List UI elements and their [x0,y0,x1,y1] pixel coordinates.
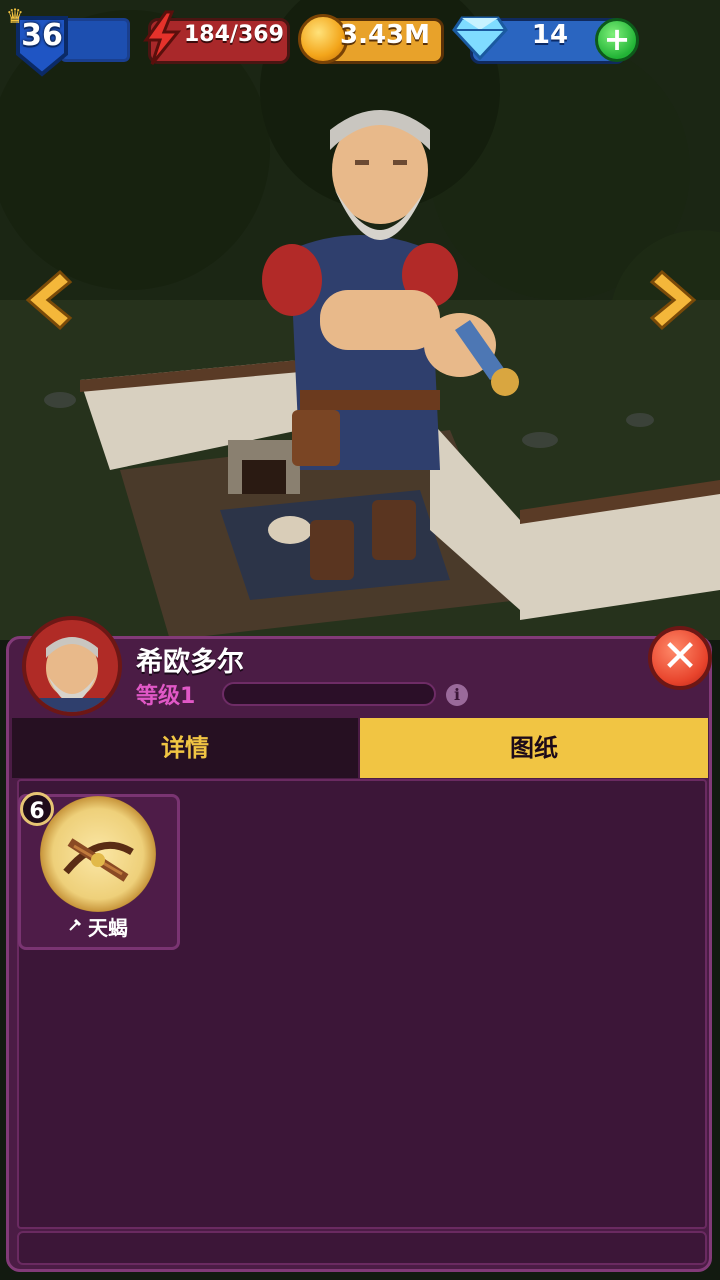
diamond-icon [452,16,508,60]
hero-xp-bar [222,682,436,706]
previous-hero-button[interactable] [20,268,74,332]
add-gems-button[interactable]: + [595,18,639,62]
top-hud: ♛ 36 184/369 3.43M 14 + [0,0,720,80]
blueprint-name: 天蝎 [88,916,128,940]
energy-value: 184/369 [184,22,284,47]
hero-scene [0,0,720,640]
panel-footer [17,1231,707,1265]
hammer-icon [69,918,82,931]
player-xp-bar [60,18,130,62]
hero-level: 等级1 [136,684,196,709]
lightning-icon [143,10,182,65]
blueprint-count: 6 [20,792,54,826]
crossbow-icon [63,838,134,882]
gold-value: 3.43M [340,20,431,50]
tab-details[interactable]: 详情 [12,718,358,778]
hero-name: 希欧多尔 [136,647,244,678]
info-icon[interactable]: i [446,684,468,706]
hero-tabs: 详情 图纸 [12,718,708,778]
tab-blueprints[interactable]: 图纸 [360,718,708,778]
close-button[interactable]: ✕ [648,626,712,690]
hero-avatar [22,616,122,716]
player-level: 36 [21,18,63,53]
gem-value: 14 [531,20,569,50]
next-hero-button[interactable] [648,268,702,332]
workshop-backdrop [0,0,720,640]
